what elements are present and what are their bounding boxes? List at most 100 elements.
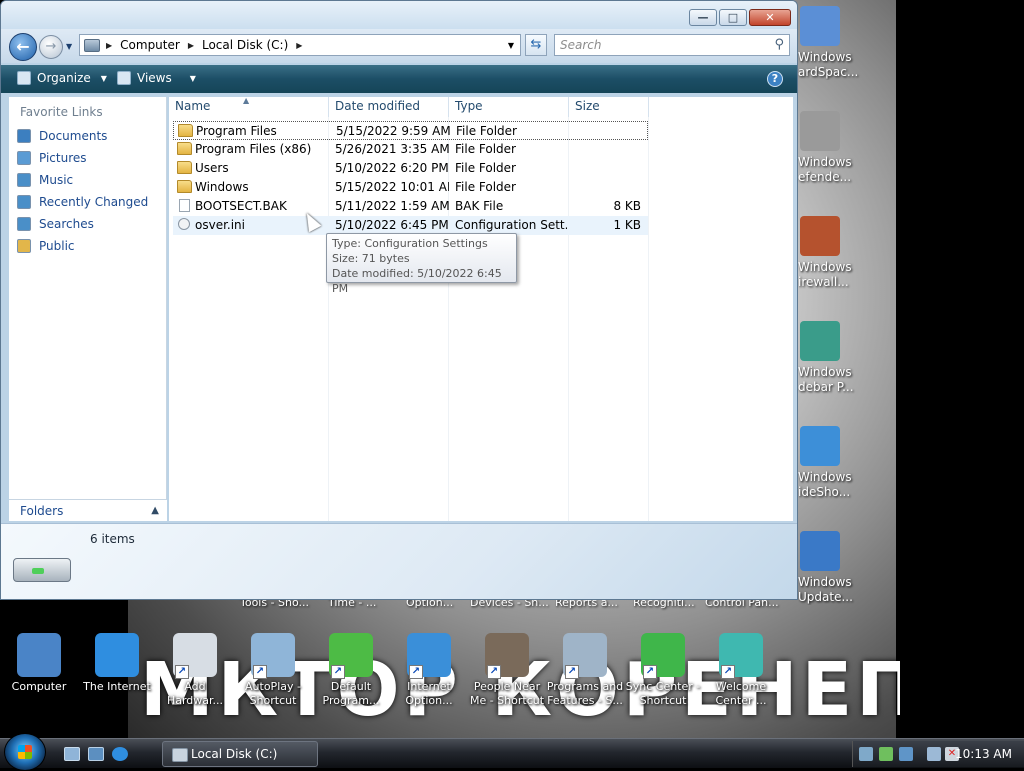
desktop-shortcut[interactable]: Windows irewall... (798, 216, 878, 290)
sidebar-item-public[interactable]: Public (9, 235, 166, 257)
file-date: 5/26/2021 3:35 AM (335, 142, 449, 156)
file-type: Configuration Sett... (455, 218, 567, 232)
sidebar-item-label: Pictures (39, 151, 87, 165)
desktop-icon[interactable]: ↗ Add Hardwar... (156, 633, 234, 708)
file-row[interactable]: Program Files (x86) 5/26/2021 3:35 AM File… (173, 140, 648, 159)
taskbar: Local Disk (C:) ✕ 10:13 AM (0, 733, 1024, 771)
views-button[interactable]: Views ▼ (117, 71, 196, 85)
folders-toggle[interactable]: Folders ▲ (9, 499, 167, 521)
file-row[interactable]: Users 5/10/2022 6:20 PM File Folder (173, 159, 648, 178)
organize-button[interactable]: Organize ▼ (17, 71, 107, 85)
explorer-window: — □ ✕ ← → ▼ ▶ Computer ▶ Local Disk (C:)… (0, 0, 798, 600)
app-icon: ↗ (407, 633, 451, 679)
desktop-icon-label: Windows irewall... (798, 260, 852, 289)
start-button[interactable] (4, 733, 46, 771)
desktop-icon[interactable]: ↗ Internet Option... (390, 633, 468, 708)
file-row[interactable]: BOOTSECT.BAK 5/11/2022 1:59 AM BAK File 8 K… (173, 197, 648, 216)
file-name: Windows (195, 180, 249, 194)
file-type: File Folder (455, 161, 516, 175)
app-icon (17, 633, 61, 677)
file-row[interactable]: Windows 5/15/2022 10:01 AM File Folder (173, 178, 648, 197)
file-row[interactable]: Program Files 5/15/2022 9:59 AM File Folde… (173, 121, 648, 140)
folder-icon (17, 195, 31, 209)
shortcut-arrow-icon: ↗ (409, 665, 423, 679)
desktop-icon-label: Default Program... (322, 680, 380, 707)
forward-button[interactable]: → (39, 35, 63, 59)
desktop-icon[interactable]: The Internet (78, 633, 156, 694)
sidebar-item-label: Recently Changed (39, 195, 149, 209)
close-button[interactable]: ✕ (749, 9, 791, 26)
tooltip-date: Date modified: 5/10/2022 6:45 PM (332, 267, 502, 295)
column-header-date-modified[interactable]: Date modified (329, 97, 449, 117)
maximize-button[interactable]: □ (719, 9, 747, 26)
breadcrumb-chevron-icon[interactable]: ▶ (106, 41, 112, 50)
sidebar-item-recently-changed[interactable]: Recently Changed (9, 191, 166, 213)
back-button[interactable]: ← (9, 33, 37, 61)
breadcrumb-chevron-icon[interactable]: ▶ (296, 41, 302, 50)
monitor-icon[interactable] (927, 747, 941, 761)
minimize-button[interactable]: — (689, 9, 717, 26)
taskbar-button-local-disk[interactable]: Local Disk (C:) (162, 741, 318, 767)
sidebar-item-music[interactable]: Music (9, 169, 166, 191)
help-icon[interactable]: ? (767, 71, 783, 87)
views-icon (117, 71, 131, 85)
desktop-shortcut[interactable]: Windows Update... (798, 531, 878, 605)
clock[interactable]: 10:13 AM (955, 741, 1012, 767)
dropdown-arrow-icon: ▼ (100, 73, 107, 83)
folder-icon (17, 151, 31, 165)
address-row: ← → ▼ ▶ Computer ▶ Local Disk (C:) ▶ ▼ ⇆… (1, 29, 797, 63)
desktop-shortcut[interactable]: Windows efende... (798, 111, 878, 185)
internet-explorer-icon[interactable] (112, 747, 128, 761)
file-date: 5/15/2022 9:59 AM (336, 124, 450, 138)
desktop-icon-label: Sync Center - Shortcut (625, 680, 701, 707)
breadcrumb-chevron-icon[interactable]: ▶ (188, 41, 194, 50)
desktop-shortcut[interactable]: Windows ardSpac... (798, 6, 878, 80)
desktop-shortcut[interactable]: Windows debar P... (798, 321, 878, 395)
folders-label: Folders (20, 504, 64, 518)
recent-pages-dropdown-icon[interactable]: ▼ (66, 42, 72, 51)
folder-icon (17, 173, 31, 187)
app-icon: ↗ (563, 633, 607, 679)
desktop-icon[interactable]: ↗ AutoPlay - Shortcut (234, 633, 312, 708)
desktop-icon-label: Add Hardwar... (166, 680, 224, 707)
desktop-icon[interactable]: ↗ People Near Me - Shortcut (468, 633, 546, 708)
file-date: 5/15/2022 10:01 AM (335, 180, 449, 194)
desktop-icon[interactable]: ↗ Default Program... (312, 633, 390, 708)
desktop-icon-label: Programs and Features - S... (546, 680, 624, 707)
column-header-name[interactable]: Name ▲ (169, 96, 329, 117)
network-icon[interactable] (859, 747, 873, 761)
app-icon: ↗ (329, 633, 373, 679)
sidebar-item-documents[interactable]: Documents (9, 125, 166, 147)
sidebar-item-pictures[interactable]: Pictures (9, 147, 166, 169)
desktop-shortcut[interactable]: Windows ideSho... (798, 426, 878, 500)
switch-windows-icon[interactable] (88, 747, 104, 761)
search-icon[interactable]: ⚲ (774, 35, 784, 55)
shortcut-arrow-icon: ↗ (565, 665, 579, 679)
security-icon[interactable] (899, 747, 913, 761)
desktop-icon[interactable]: ↗ Programs and Features - S... (546, 633, 624, 708)
desktop-icon[interactable]: ↗ Welcome Center ... (702, 633, 780, 708)
refresh-button[interactable]: ⇆ (525, 34, 547, 56)
tooltip-size: Size: 71 bytes (332, 252, 410, 265)
sidebar-item-label: Public (39, 239, 75, 253)
address-bar[interactable]: ▶ Computer ▶ Local Disk (C:) ▶ ▼ (79, 34, 521, 56)
sidebar-item-searches[interactable]: Searches (9, 213, 166, 235)
show-desktop-icon[interactable] (64, 747, 80, 761)
desktop-icon[interactable]: ↗ Sync Center - Shortcut (624, 633, 702, 708)
shortcut-icon (800, 426, 840, 466)
breadcrumb-local-disk[interactable]: Local Disk (C:) (202, 38, 288, 52)
breadcrumb-computer[interactable]: Computer (120, 38, 180, 52)
sync-icon[interactable] (879, 747, 893, 761)
desktop-icon[interactable]: Computer (0, 633, 78, 694)
column-header-type[interactable]: Type (449, 97, 569, 117)
computer-icon (84, 38, 100, 52)
shortcut-icon (800, 6, 840, 46)
shortcut-icon (800, 216, 840, 256)
desktop-icon-label: Windows efende... (798, 155, 852, 184)
settings-file-icon (178, 218, 190, 230)
file-size: 1 KB (613, 218, 641, 232)
column-header-size[interactable]: Size (569, 97, 649, 117)
file-date: 5/11/2022 1:59 AM (335, 199, 449, 213)
address-dropdown-icon[interactable]: ▼ (508, 41, 514, 50)
search-input[interactable]: Search ⚲ (554, 34, 790, 56)
